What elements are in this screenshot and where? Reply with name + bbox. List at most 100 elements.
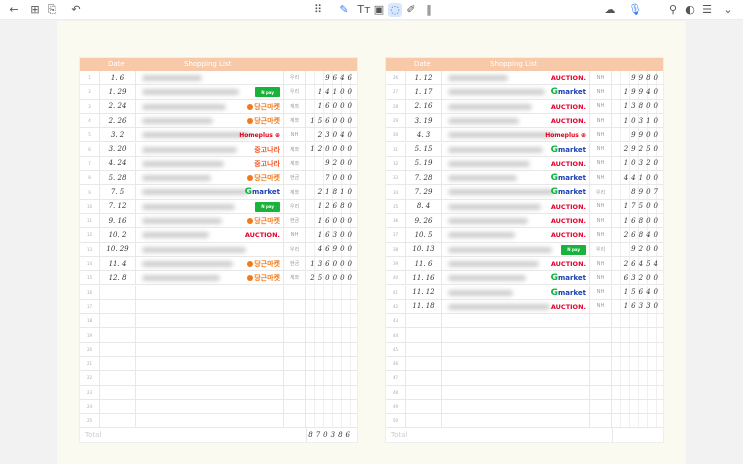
apps-icon[interactable]: ⠿ [311, 3, 325, 17]
lasso-icon[interactable]: ◌ [388, 3, 402, 17]
date-cell: 7. 28 [406, 171, 442, 185]
table-header: Date Shopping List [386, 58, 663, 71]
payment-cell [590, 371, 612, 385]
blurred-item-name [448, 289, 513, 296]
auction-logo: AUCTION. [550, 159, 586, 168]
table-row: 48 [386, 385, 665, 400]
gmarket-g: G [550, 287, 558, 298]
blurred-item-name [448, 132, 556, 139]
table-row: 7 4. 24 중고나라 계좌 9200 [80, 156, 359, 172]
table-row: 18 [80, 314, 359, 329]
date-cell: 8. 4 [406, 199, 442, 213]
total-divider [612, 428, 613, 442]
row-number: 35 [386, 199, 406, 213]
amount-cell: 13800 [612, 99, 665, 113]
item-cell [442, 357, 590, 371]
date-cell: 11. 16 [406, 271, 442, 285]
date-cell [406, 385, 442, 399]
daangn-logo: 당근마켓 [247, 259, 280, 269]
auction-logo: AUCTION. [244, 231, 280, 240]
export-page-icon[interactable]: ⎘ [45, 3, 59, 17]
date-cell: 5. 19 [406, 156, 442, 171]
row-number: 41 [386, 285, 406, 299]
payment-cell: NH [590, 285, 612, 299]
payment-cell: 우리 [590, 242, 612, 256]
amount-cell: 16000 [306, 214, 359, 228]
table-row: 33 7. 28 Gmarket NH 44100 [386, 171, 665, 186]
pen-icon[interactable]: ✎ [337, 3, 351, 17]
date-header: Date [414, 60, 431, 68]
npay-badge: N pay [258, 88, 277, 96]
chevron-down-icon[interactable]: ⌄ [721, 3, 735, 17]
amount-cell: 250000 [306, 271, 359, 285]
date-cell: 3. 20 [100, 142, 136, 156]
toggle-icon[interactable]: ◐ [683, 3, 697, 17]
table-row: 2 1. 29 N pay 우리 14100 [80, 85, 359, 100]
table-row: 21 [80, 357, 359, 372]
microphone-icon[interactable]: 🎙 [628, 3, 642, 17]
table-row: 9 7. 5 Gmarket 계좌 21810 [80, 185, 359, 200]
item-cell [136, 71, 284, 85]
amount-cell [306, 285, 359, 299]
payment-cell [590, 342, 612, 356]
amount-cell: 9200 [306, 156, 359, 171]
date-cell: 7. 29 [406, 185, 442, 199]
daangn-logo: 당근마켓 [247, 216, 280, 226]
shopping-list-sheet-2: Date Shopping List 26 1. 12 AUCTION. NH 9980 27… [385, 57, 665, 443]
blurred-item-name [142, 103, 226, 110]
payment-cell [284, 414, 306, 428]
table-row: 26 1. 12 AUCTION. NH 9980 [386, 71, 665, 86]
gmarket-g: G [550, 144, 558, 155]
blurred-item-name [142, 89, 239, 96]
item-cell [136, 328, 284, 342]
table-row: 29 3. 19 AUCTION. NH 10310 [386, 113, 665, 129]
row-number: 17 [80, 299, 100, 314]
gmarket-logo: Gmarket [551, 87, 586, 97]
blurred-item-name [142, 175, 211, 182]
date-cell: 2. 16 [406, 99, 442, 113]
grid-view-icon[interactable]: ⊞ [28, 3, 42, 17]
date-cell [406, 371, 442, 385]
row-number: 3 [80, 99, 100, 113]
cloud-sync-icon[interactable]: ☁ [603, 3, 617, 17]
daangn-logo: 당근마켓 [247, 273, 280, 283]
payment-cell: NH [590, 113, 612, 128]
item-cell: AUCTION. [442, 156, 590, 171]
gmarket-text: market [557, 174, 586, 183]
row-number: 6 [80, 142, 100, 156]
table-row: 4 2. 26 당근마켓 계좌 156000 [80, 113, 359, 129]
payment-cell: NH [590, 299, 612, 314]
date-cell: 11. 12 [406, 285, 442, 299]
back-arrow-icon[interactable]: ← [7, 3, 21, 17]
amount-cell: 7000 [306, 171, 359, 185]
blurred-item-name [448, 275, 526, 282]
gmarket-text: market [557, 88, 586, 97]
item-cell [442, 314, 590, 328]
amount-cell [306, 357, 359, 371]
text-icon[interactable]: Tт [357, 3, 371, 17]
highlighter-icon[interactable]: ✐ [404, 3, 418, 17]
row-number: 5 [80, 128, 100, 142]
gmarket-logo: Gmarket [551, 145, 586, 155]
more-icon[interactable]: ‖ [422, 3, 436, 17]
item-cell: AUCTION. [442, 113, 590, 128]
list-icon[interactable]: ☰ [700, 3, 714, 17]
item-cell: AUCTION. [136, 228, 284, 242]
image-icon[interactable]: ▣ [372, 3, 386, 17]
amount-cell: 15640 [612, 285, 665, 299]
item-cell: AUCTION. [442, 99, 590, 113]
search-icon[interactable]: ⚲ [666, 3, 680, 17]
date-cell: 2. 26 [100, 113, 136, 128]
blurred-item-name [448, 117, 519, 124]
item-cell: Gmarket [442, 142, 590, 156]
row-number: 43 [386, 314, 406, 328]
amount-cell [612, 385, 665, 399]
payment-cell [284, 399, 306, 414]
amount-cell [612, 314, 665, 328]
date-cell: 11. 6 [406, 256, 442, 271]
undo-icon[interactable]: ↶ [69, 3, 83, 17]
shopping-list-sheet-1: Date Shopping List 1 1. 6 우리 9646 2 1. 29 N pay 우… [79, 57, 359, 443]
row-number: 13 [80, 242, 100, 256]
table-row: 13 10. 29 우리 46900 [80, 242, 359, 257]
row-number: 4 [80, 113, 100, 128]
